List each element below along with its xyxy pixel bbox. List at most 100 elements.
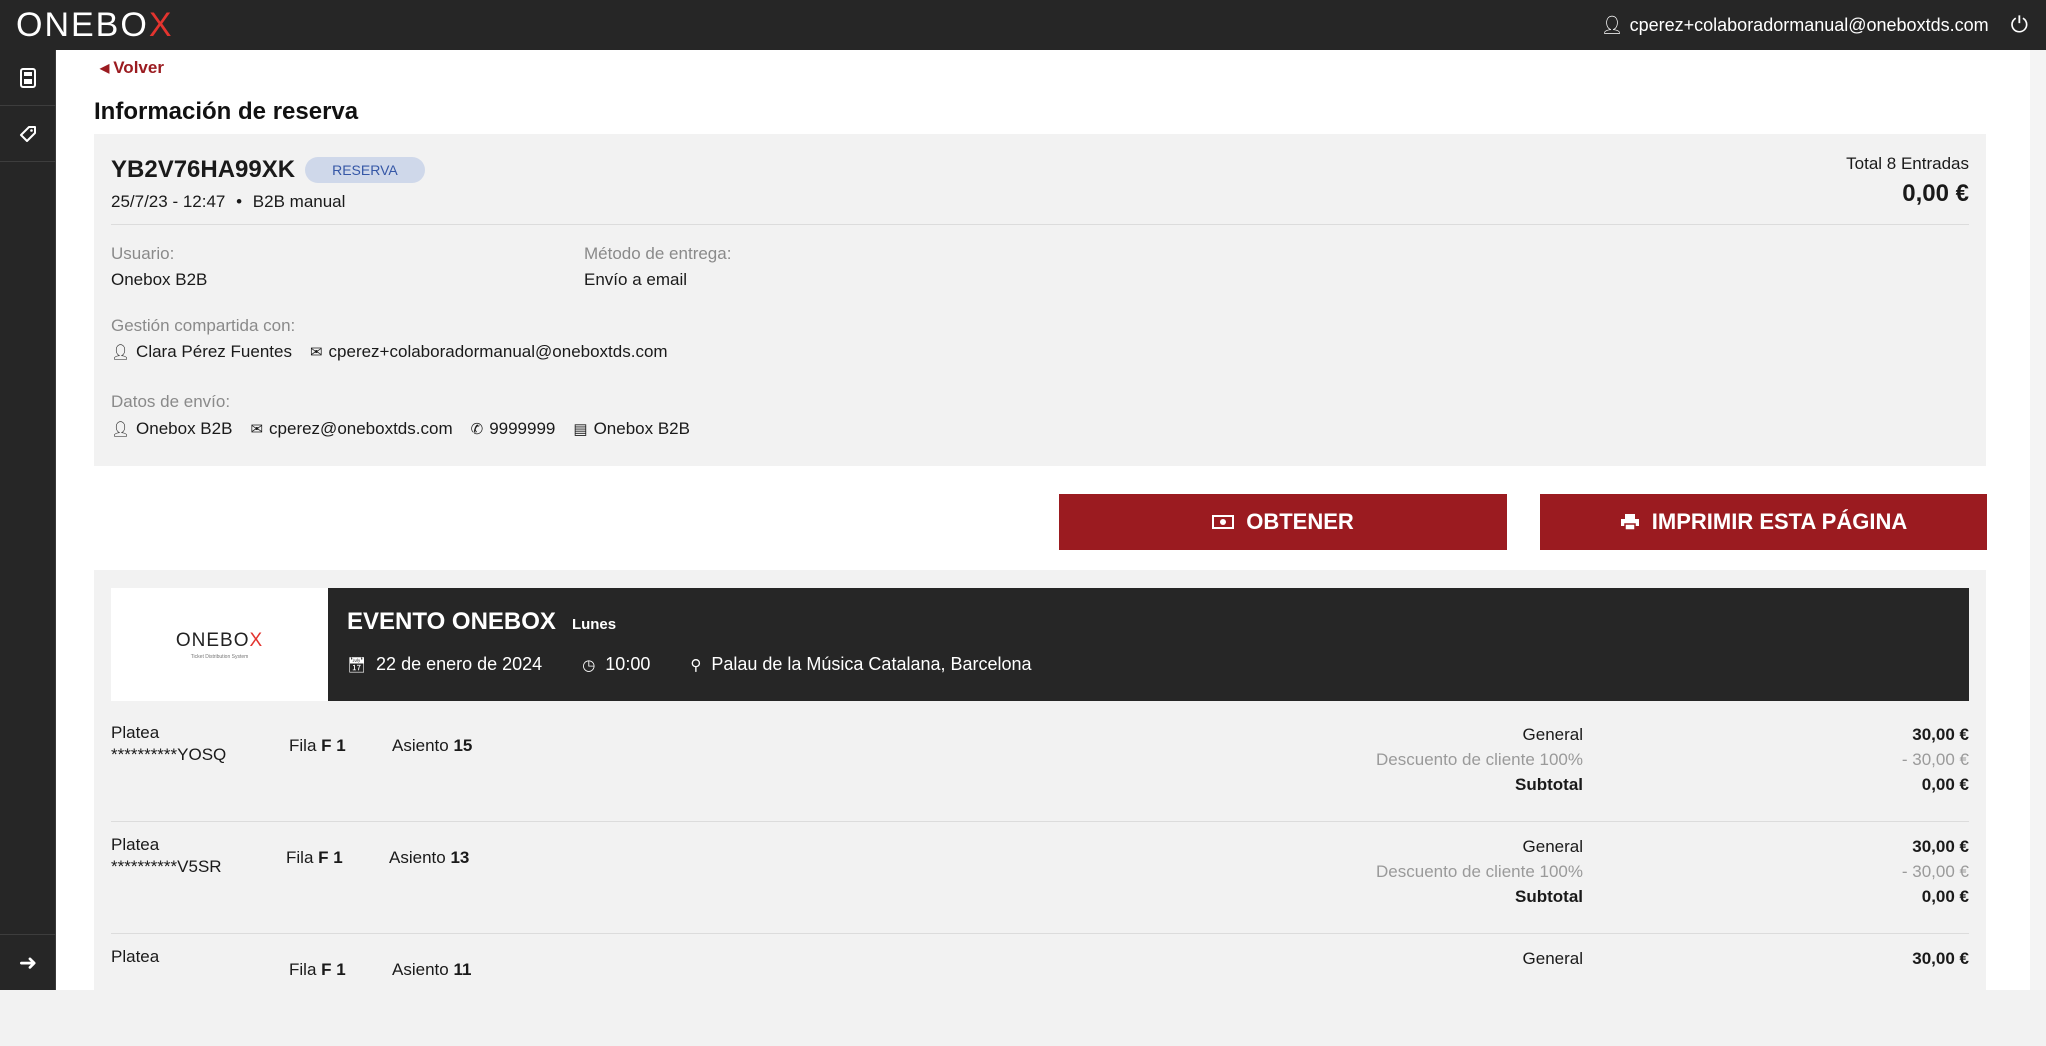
user-label: Usuario:: [111, 244, 175, 263]
price-labels: General: [1523, 946, 1583, 971]
ticket-zone: Platea: [111, 835, 160, 854]
money-icon: [1212, 515, 1235, 529]
price-labels: General Descuento de cliente 100% Subtot…: [1376, 834, 1583, 909]
row-value: F 1: [321, 736, 346, 755]
price-amount: 30,00 €: [1912, 837, 1969, 856]
price-type: General: [1522, 725, 1583, 744]
page-title: Información de reserva: [94, 98, 359, 125]
row-label: Fila: [289, 736, 317, 755]
printer-icon: [1620, 514, 1639, 531]
discount-amount: - 30,00 €: [1901, 862, 1969, 881]
seat-label: Asiento: [392, 960, 449, 979]
id-card-icon: ▤: [573, 421, 588, 438]
sidebar-item-tickets[interactable]: [0, 106, 56, 162]
envelope-icon: ✉: [309, 344, 323, 361]
status-badge: RESERVA: [305, 157, 425, 183]
event-header: ONEBOX Ticket Distribution System EVENTO…: [111, 588, 1969, 701]
booking-code-row: YB2V76HA99XK RESERVA: [111, 156, 425, 184]
event-venue: Palau de la Música Catalana, Barcelona: [711, 654, 1032, 674]
shipping-phone: 9999999: [489, 419, 556, 438]
price-amounts: 30,00 € - 30,00 € 0,00 €: [1902, 834, 1969, 909]
seat-label: Asiento: [389, 848, 446, 867]
shipping-company: Onebox B2B: [593, 419, 690, 438]
sidebar: ➜: [0, 50, 56, 990]
price-type: General: [1522, 949, 1583, 968]
user-email: cperez+colaboradormanual@oneboxtds.com: [1629, 14, 1989, 35]
print-page-button[interactable]: IMPRIMIR ESTA PÁGINA: [1540, 494, 1987, 550]
seat-value: 15: [453, 736, 473, 755]
back-link[interactable]: ◀ Volver: [100, 58, 164, 78]
delivery-value: Envío a email: [584, 270, 687, 289]
ticket-seat: Asiento 13: [389, 848, 469, 868]
subtotal-label: Subtotal: [1515, 887, 1583, 906]
user-menu[interactable]: 👤︎ cperez+colaboradormanual@oneboxtds.co…: [1601, 15, 1989, 36]
user-value: Onebox B2B: [111, 270, 208, 289]
shared-with-row: 👤︎ Clara Pérez Fuentes ✉ cperez+colaborado…: [111, 342, 668, 362]
ticket-row-number: Fila F 1: [289, 736, 346, 756]
back-label: Volver: [113, 58, 164, 77]
sidebar-expand-button[interactable]: ➜: [0, 934, 56, 990]
total-amount: 0,00 €: [1902, 180, 1969, 207]
price-amounts: 30,00 €: [1912, 946, 1969, 971]
discount-amount: - 30,00 €: [1901, 750, 1969, 769]
user-icon: 👤︎: [111, 421, 131, 438]
ticket-row-number: Fila F 1: [289, 960, 346, 980]
sidebar-item-calculator[interactable]: [0, 50, 56, 106]
subtotal-label: Subtotal: [1515, 775, 1583, 794]
get-tickets-button[interactable]: OBTENER: [1059, 494, 1507, 550]
ticket-row-number: Fila F 1: [286, 848, 343, 868]
shipping-email: cperez@oneboxtds.com: [269, 419, 453, 438]
event-logo: ONEBOX Ticket Distribution System: [111, 588, 328, 701]
ticket-id: **********V5SR: [111, 857, 222, 876]
event-logo-tagline: Ticket Distribution System: [190, 653, 249, 660]
seat-value: 13: [450, 848, 470, 867]
user-icon: 👤︎: [1600, 14, 1624, 35]
ticket-icon: [20, 125, 36, 142]
shared-email: cperez+colaboradormanual@oneboxtds.com: [328, 342, 668, 361]
event-logo-text: ONEBO: [175, 629, 250, 651]
event-section: ONEBOX Ticket Distribution System EVENTO…: [94, 570, 1986, 990]
ticket-zone: Platea: [111, 723, 160, 742]
shipping-name: Onebox B2B: [136, 419, 233, 438]
booking-channel: B2B manual: [252, 192, 346, 211]
event-logo-x: X: [249, 629, 264, 651]
onebox-logo[interactable]: ONEBOX: [16, 6, 174, 45]
row-value: F 1: [318, 848, 343, 867]
clock-icon: ◷: [582, 657, 596, 674]
total-tickets-label: Total 8 Entradas: [1846, 154, 1969, 173]
booking-meta: 25/7/23 - 12:47 • B2B manual: [111, 192, 345, 212]
print-page-label: IMPRIMIR ESTA PÁGINA: [1651, 509, 1908, 534]
logo-x: X: [148, 5, 174, 44]
price-amounts: 30,00 € - 30,00 € 0,00 €: [1902, 722, 1969, 797]
row-value: F 1: [321, 960, 346, 979]
ticket-seat: Asiento 15: [392, 736, 472, 756]
user-icon: 👤︎: [111, 344, 131, 361]
booking-code: YB2V76HA99XK: [111, 156, 296, 183]
row-label: Fila: [286, 848, 314, 867]
calendar-icon: 📅︎: [347, 657, 367, 674]
event-title-row: EVENTO ONEBOX Lunes: [347, 608, 616, 636]
booking-info-card: YB2V76HA99XK RESERVA 25/7/23 - 12:47 • B…: [94, 134, 1986, 466]
chevron-left-icon: ◀: [100, 61, 110, 75]
discount-label: Descuento de cliente 100%: [1376, 750, 1583, 769]
seat-value: 11: [453, 960, 472, 979]
price-type: General: [1522, 837, 1583, 856]
ticket-row: Platea Fila F 1 Asiento 11 General 30,00…: [111, 934, 1969, 1046]
price-labels: General Descuento de cliente 100% Subtot…: [1376, 722, 1583, 797]
ticket-zone: Platea: [111, 947, 160, 966]
ticket-id: **********YOSQ: [111, 745, 227, 764]
arrow-right-icon: ➜: [18, 949, 38, 975]
phone-icon: ✆: [470, 421, 484, 438]
booking-datetime: 25/7/23 - 12:47: [111, 192, 226, 211]
main-content: ◀ Volver Información de reserva YB2V76HA…: [56, 50, 2030, 990]
event-meta: 📅︎ 22 de enero de 2024 ◷ 10:00 ⚲ Palau de l…: [347, 654, 1032, 675]
ticket-seat: Asiento 11: [392, 960, 471, 980]
shared-name: Clara Pérez Fuentes: [136, 342, 292, 361]
row-label: Fila: [289, 960, 317, 979]
shipping-row: 👤︎ Onebox B2B ✉ cperez@oneboxtds.com ✆ 9999…: [111, 419, 690, 439]
subtotal-amount: 0,00 €: [1921, 775, 1969, 794]
shipping-label: Datos de envío:: [111, 392, 231, 411]
delivery-label: Método de entrega:: [584, 244, 732, 263]
power-icon[interactable]: ⏻: [2011, 12, 2028, 38]
event-day: Lunes: [571, 616, 617, 633]
